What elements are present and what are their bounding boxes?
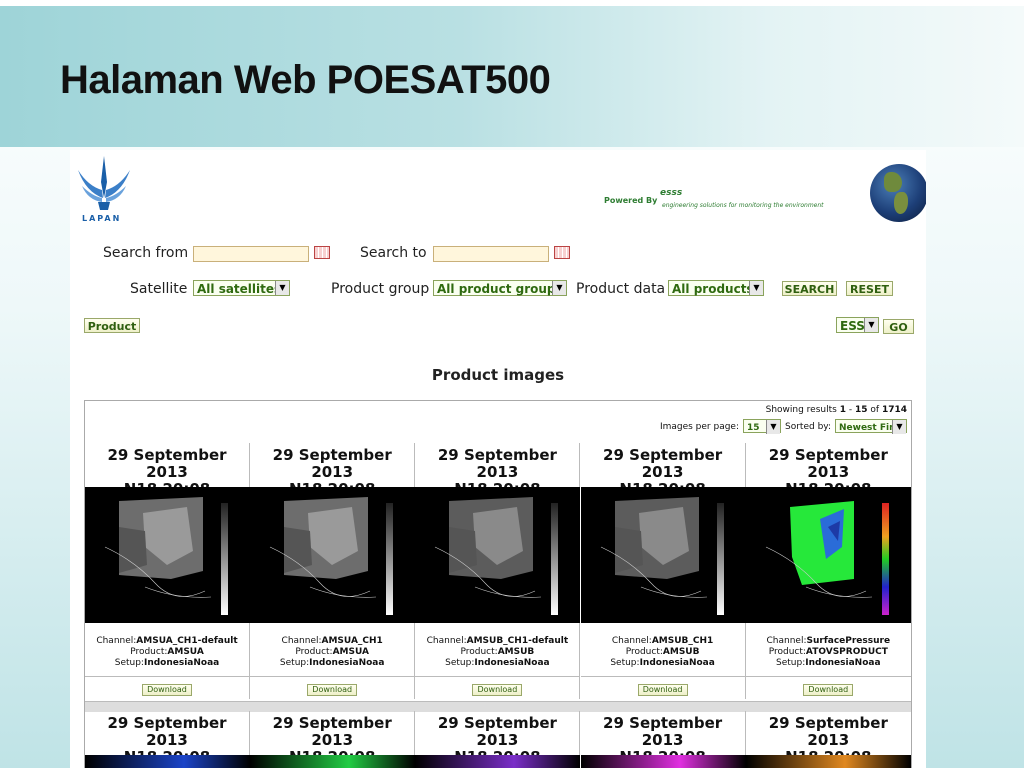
go-button[interactable]: GO bbox=[883, 319, 914, 334]
product-thumbnail[interactable] bbox=[745, 487, 911, 623]
product-thumbnail[interactable] bbox=[250, 755, 416, 768]
product-thumbnail[interactable] bbox=[415, 755, 581, 768]
chevron-down-icon: ▼ bbox=[749, 281, 763, 295]
calendar-icon[interactable] bbox=[314, 246, 330, 259]
product-date: 29 September 2013N18 20:08 bbox=[107, 714, 227, 766]
product-thumbnail[interactable] bbox=[250, 487, 416, 623]
ess-tagline: engineering solutions for monitoring the… bbox=[662, 202, 824, 209]
lapan-label: LAPAN bbox=[82, 214, 122, 223]
per-page-select[interactable]: 15 ▼ bbox=[743, 419, 781, 434]
product-date: 29 September 2013N18 20:08 bbox=[603, 714, 723, 766]
reset-button[interactable]: RESET bbox=[846, 281, 893, 296]
product-meta: Channel:AMSUB_CH1-default Product:AMSUB Se… bbox=[426, 636, 569, 668]
product-thumbnail[interactable] bbox=[580, 755, 746, 768]
product-data-select[interactable]: All products ▼ bbox=[668, 280, 764, 296]
per-page-label: Images per page: bbox=[659, 422, 739, 432]
product-images-heading: Product images bbox=[431, 366, 565, 384]
product-meta: Channel:AMSUA_CH1 Product:AMSUA Setup:Indo… bbox=[279, 636, 385, 668]
download-button[interactable]: Download bbox=[472, 684, 523, 696]
product-group-select[interactable]: All product groups ▼ bbox=[433, 280, 567, 296]
sorted-by-label: Sorted by: bbox=[785, 422, 831, 432]
download-button[interactable]: Download bbox=[637, 684, 688, 696]
web-page-screenshot: LAPAN Powered By esss engineering soluti… bbox=[70, 150, 926, 768]
product-card: 29 September 2013N18 20:08 Channel:AMSUA_… bbox=[85, 443, 250, 699]
product-date: 29 September 2013N18 20:08 bbox=[768, 714, 888, 766]
product-thumbnail[interactable] bbox=[580, 487, 746, 623]
results-count: Showing results 1 - 15 of 1714 bbox=[765, 405, 907, 415]
product-date: 29 September 2013N18 20:08 bbox=[603, 446, 723, 498]
download-button[interactable]: Download bbox=[803, 684, 854, 696]
chevron-down-icon: ▼ bbox=[766, 420, 780, 434]
download-button[interactable]: Download bbox=[307, 684, 358, 696]
product-card: 29 September 2013N18 20:08 Channel:AMSUB_… bbox=[415, 443, 581, 699]
globe-logo bbox=[870, 164, 926, 222]
calendar-icon[interactable] bbox=[554, 246, 570, 259]
product-date: 29 September 2013N18 20:08 bbox=[272, 714, 392, 766]
ess-select[interactable]: ESS ▼ bbox=[836, 317, 879, 333]
powered-by-label: Powered By bbox=[604, 196, 658, 205]
search-to-label: Search to bbox=[360, 245, 427, 261]
product-date: 29 September 2013N18 20:08 bbox=[437, 446, 557, 498]
product-meta: Channel:AMSUB_CH1 Product:AMSUB Setup:Indo… bbox=[610, 636, 715, 668]
search-from-label: Search from bbox=[103, 245, 189, 261]
chevron-down-icon: ▼ bbox=[552, 281, 566, 295]
search-to-input[interactable] bbox=[433, 246, 549, 262]
product-thumbnail[interactable] bbox=[85, 487, 250, 623]
chevron-down-icon: ▼ bbox=[892, 420, 906, 434]
product-date: 29 September 2013N18 20:08 bbox=[768, 446, 888, 498]
product-card: 29 September 2013N18 20:08 bbox=[250, 711, 416, 768]
download-button[interactable]: Download bbox=[142, 684, 192, 696]
search-from-input[interactable] bbox=[193, 246, 309, 262]
product-button[interactable]: Product bbox=[84, 318, 140, 333]
search-button[interactable]: SEARCH bbox=[782, 281, 837, 296]
satellite-label: Satellite bbox=[130, 281, 188, 297]
sort-select[interactable]: Newest First ▼ bbox=[835, 419, 907, 434]
results-panel: Showing results 1 - 15 of 1714 Images pe… bbox=[84, 400, 912, 768]
chevron-down-icon: ▼ bbox=[275, 281, 289, 295]
product-meta: Channel:AMSUA_CH1-default Product:AMSUA Se… bbox=[96, 636, 238, 668]
product-card: 29 September 2013N18 20:08 bbox=[415, 711, 581, 768]
product-group-label: Product group bbox=[331, 281, 430, 297]
ess-logo: esss bbox=[660, 188, 683, 198]
product-thumbnail[interactable] bbox=[85, 755, 250, 768]
slide-title: Halaman Web POESAT500 bbox=[60, 58, 551, 102]
product-date: 29 September 2013N18 20:08 bbox=[107, 446, 227, 498]
product-thumbnail[interactable] bbox=[415, 487, 581, 623]
product-date: 29 September 2013N18 20:08 bbox=[437, 714, 557, 766]
product-card: 29 September 2013N18 20:08 Channel:Surfac… bbox=[745, 443, 911, 699]
product-meta: Channel:SurfacePressure Product:ATOVSPROD… bbox=[766, 636, 891, 668]
product-card: 29 September 2013N18 20:08 bbox=[580, 711, 746, 768]
product-card: 29 September 2013N18 20:08 Channel:AMSUA_… bbox=[250, 443, 416, 699]
product-card: 29 September 2013N18 20:08 Channel:AMSUB_… bbox=[580, 443, 746, 699]
product-card: 29 September 2013N18 20:08 bbox=[745, 711, 911, 768]
satellite-select[interactable]: All satellites ▼ bbox=[193, 280, 290, 296]
product-data-label: Product data bbox=[576, 281, 666, 297]
product-card: 29 September 2013N18 20:08 bbox=[85, 711, 250, 768]
chevron-down-icon: ▼ bbox=[864, 318, 878, 332]
product-thumbnail[interactable] bbox=[745, 755, 911, 768]
product-date: 29 September 2013N18 20:08 bbox=[272, 446, 392, 498]
